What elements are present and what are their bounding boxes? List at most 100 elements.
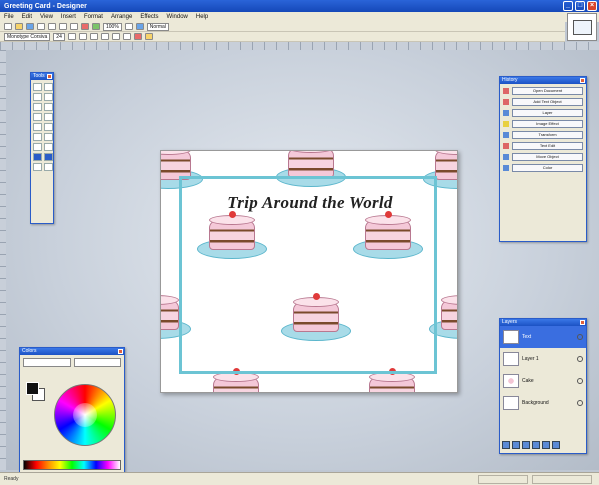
history-item-label[interactable]: Transform	[512, 131, 583, 139]
layer-item[interactable]: Cake	[500, 370, 586, 392]
eye-icon[interactable]	[577, 356, 583, 362]
shape-tool-icon[interactable]	[44, 163, 53, 171]
close-button[interactable]: ×	[587, 1, 597, 11]
menu-edit[interactable]: Edit	[22, 14, 32, 20]
history-item[interactable]: Transform	[503, 131, 583, 139]
minimize-button[interactable]: _	[563, 1, 573, 11]
text-color-icon[interactable]	[133, 33, 142, 40]
eraser-tool-icon[interactable]	[33, 133, 42, 141]
font-size-select[interactable]: 24	[53, 32, 65, 41]
history-item[interactable]: Text Edit	[503, 142, 583, 150]
eyedropper-tool-icon[interactable]	[33, 143, 42, 151]
new-icon[interactable]	[4, 23, 12, 30]
history-item-label[interactable]: Image Effect	[512, 120, 583, 128]
maximize-button[interactable]: □	[575, 1, 585, 11]
history-item[interactable]: Image Effect	[503, 120, 583, 128]
menu-format[interactable]: Format	[84, 14, 103, 20]
fill-tool-icon[interactable]	[44, 133, 53, 141]
text-tool-icon[interactable]	[33, 103, 42, 111]
color-mode-select[interactable]	[23, 358, 71, 367]
delete-layer-icon[interactable]	[512, 441, 520, 449]
move-tool-icon[interactable]	[44, 83, 53, 91]
navigator-view-rect[interactable]	[573, 20, 592, 35]
select-icon[interactable]	[124, 23, 133, 30]
background-color-icon[interactable]	[44, 153, 53, 161]
card-canvas[interactable]: Trip Around the World	[160, 150, 458, 393]
layer-item[interactable]: Layer 1	[500, 348, 586, 370]
colors-panel-header[interactable]: Colors	[20, 348, 124, 355]
color-palette-select[interactable]	[73, 358, 121, 367]
redo-icon[interactable]	[92, 23, 100, 30]
zoom-tool-icon[interactable]	[44, 93, 53, 101]
open-folder-icon[interactable]	[15, 23, 23, 30]
font-name-select[interactable]: Monotype Corsiva	[4, 32, 51, 41]
copy-icon[interactable]	[59, 23, 67, 30]
menu-effects[interactable]: Effects	[140, 14, 158, 20]
underline-icon[interactable]	[89, 33, 98, 40]
layer-item[interactable]: Background	[500, 392, 586, 414]
rect-tool-icon[interactable]	[33, 113, 42, 121]
history-item[interactable]: Move Object	[503, 153, 583, 161]
fill-color-icon[interactable]	[144, 33, 153, 40]
duplicate-layer-icon[interactable]	[522, 441, 530, 449]
eye-icon[interactable]	[577, 378, 583, 384]
history-item[interactable]: Add Text Object	[503, 98, 583, 106]
undo-icon[interactable]	[81, 23, 89, 30]
menu-arrange[interactable]: Arrange	[111, 14, 132, 20]
brush-tool-icon[interactable]	[33, 123, 42, 131]
print-icon[interactable]	[37, 23, 45, 30]
eye-icon[interactable]	[577, 334, 583, 340]
menu-file[interactable]: File	[4, 14, 14, 20]
color-palette-strip[interactable]	[23, 460, 121, 470]
zoom-select[interactable]: 100%	[103, 22, 122, 31]
menu-view[interactable]: View	[40, 14, 53, 20]
card-title-text[interactable]: Trip Around the World	[161, 193, 457, 213]
history-item-label[interactable]: Color	[512, 164, 583, 172]
history-item-label[interactable]: Move Object	[512, 153, 583, 161]
layer-properties-icon[interactable]	[552, 441, 560, 449]
clone-tool-icon[interactable]	[44, 143, 53, 151]
close-icon[interactable]	[47, 74, 52, 79]
history-item-label[interactable]: Open Document	[512, 87, 583, 95]
close-icon[interactable]	[580, 320, 585, 325]
close-icon[interactable]	[580, 78, 585, 83]
text-tool-icon[interactable]	[135, 23, 144, 30]
menu-insert[interactable]: Insert	[61, 14, 76, 20]
align-right-icon[interactable]	[122, 33, 131, 40]
history-item[interactable]: Open Document	[503, 87, 583, 95]
history-item-label[interactable]: Layer	[512, 109, 583, 117]
layers-panel-header[interactable]: Layers	[500, 319, 586, 326]
layer-item[interactable]: Text	[500, 326, 586, 348]
align-left-icon[interactable]	[100, 33, 109, 40]
menu-help[interactable]: Help	[196, 14, 208, 20]
save-icon[interactable]	[26, 23, 34, 30]
move-up-icon[interactable]	[532, 441, 540, 449]
primary-color-swatch[interactable]	[26, 382, 39, 395]
menu-window[interactable]: Window	[167, 14, 188, 20]
history-item[interactable]: Layer	[503, 109, 583, 117]
history-item-label[interactable]: Add Text Object	[512, 98, 583, 106]
line-tool-icon[interactable]	[44, 103, 53, 111]
history-item[interactable]: Color	[503, 164, 583, 172]
pointer-tool-icon[interactable]	[33, 83, 42, 91]
history-panel-header[interactable]: History	[500, 77, 586, 84]
italic-icon[interactable]	[78, 33, 87, 40]
ellipse-tool-icon[interactable]	[44, 113, 53, 121]
eye-icon[interactable]	[577, 400, 583, 406]
close-icon[interactable]	[118, 349, 123, 354]
hand-tool-icon[interactable]	[33, 163, 42, 171]
bold-icon[interactable]	[67, 33, 76, 40]
history-item-label[interactable]: Text Edit	[512, 142, 583, 150]
navigator-thumbnail[interactable]	[567, 13, 597, 41]
paste-icon[interactable]	[70, 23, 78, 30]
tools-panel-header[interactable]: Tools	[31, 73, 53, 80]
pencil-tool-icon[interactable]	[44, 123, 53, 131]
align-center-icon[interactable]	[111, 33, 120, 40]
add-layer-icon[interactable]	[502, 441, 510, 449]
move-down-icon[interactable]	[542, 441, 550, 449]
foreground-color-icon[interactable]	[33, 153, 42, 161]
style-select[interactable]: Normal	[146, 22, 169, 31]
cut-icon[interactable]	[48, 23, 56, 30]
crop-tool-icon[interactable]	[33, 93, 42, 101]
color-wheel[interactable]	[54, 384, 116, 446]
